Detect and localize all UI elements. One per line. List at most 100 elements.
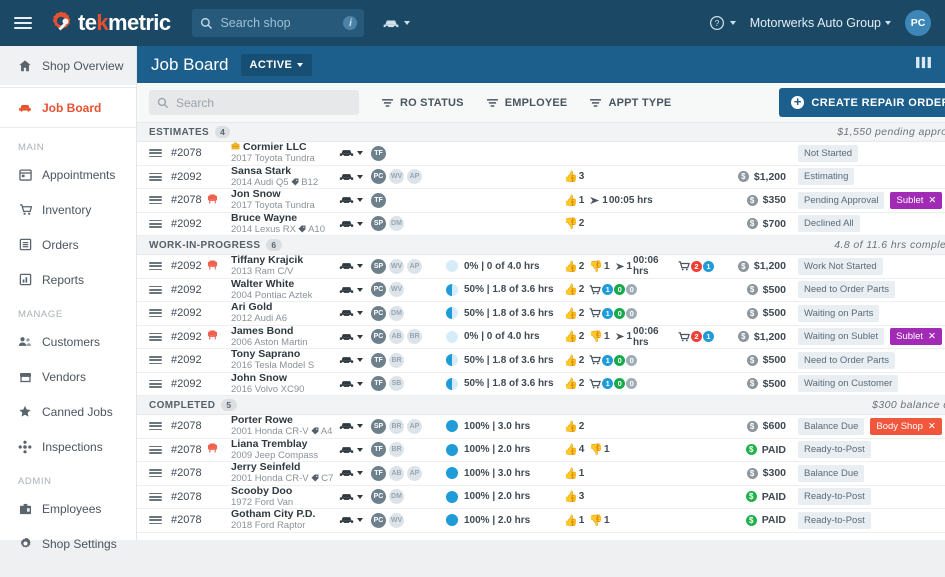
- vehicle-selector[interactable]: [339, 219, 371, 229]
- status-badge[interactable]: Waiting on Customer: [798, 375, 899, 393]
- search-input[interactable]: Search: [149, 90, 359, 115]
- assignee-avatar[interactable]: PC: [371, 489, 386, 505]
- assignee-avatar[interactable]: WV: [389, 512, 404, 528]
- table-row[interactable]: #2092 Tiffany Krajcik 2013 Ram C/V SP WV A…: [137, 255, 945, 279]
- drag-handle[interactable]: [149, 262, 171, 271]
- assignee-avatar[interactable]: PC: [371, 329, 386, 345]
- filter-appt-type[interactable]: APPT TYPE: [589, 97, 671, 109]
- assignee-avatar[interactable]: AP: [407, 258, 422, 274]
- assignee-avatar[interactable]: SP: [371, 216, 386, 232]
- assignee-avatar[interactable]: TF: [371, 145, 386, 161]
- drag-handle[interactable]: [149, 332, 171, 341]
- sidebar-item-shop-settings[interactable]: Shop Settings: [0, 526, 136, 561]
- drag-handle[interactable]: [149, 356, 171, 365]
- drag-handle[interactable]: [149, 469, 171, 478]
- search-shop-input[interactable]: Search shop i: [192, 9, 365, 37]
- status-badge[interactable]: Need to Order Parts: [798, 351, 896, 369]
- vehicle-selector[interactable]: [339, 492, 371, 502]
- vehicle-selector[interactable]: [339, 332, 371, 342]
- vehicle-selector[interactable]: [339, 195, 371, 205]
- assignee-avatar[interactable]: SP: [371, 258, 386, 274]
- status-badge[interactable]: Ready-to-Post: [798, 441, 871, 459]
- assignee-avatar[interactable]: AP: [407, 169, 422, 185]
- user-avatar[interactable]: PC: [905, 10, 931, 36]
- assignee-avatar[interactable]: AP: [407, 418, 422, 434]
- assignee-avatar[interactable]: BR: [389, 352, 404, 368]
- columns-view-icon[interactable]: [916, 56, 931, 74]
- assignee-avatar[interactable]: DM: [389, 216, 404, 232]
- sidebar-item-shop-overview[interactable]: Shop Overview: [0, 46, 136, 85]
- assignee-avatar[interactable]: AP: [407, 465, 422, 481]
- sidebar-item-customers[interactable]: Customers: [0, 324, 136, 359]
- table-row[interactable]: #2092 Walter White 2004 Pontiac Aztek PC…: [137, 279, 945, 302]
- assignee-avatar[interactable]: PC: [371, 305, 386, 321]
- vehicle-selector[interactable]: [382, 17, 411, 29]
- sidebar-item-job-board[interactable]: Job Board: [0, 90, 136, 125]
- sidebar-item-employees[interactable]: Employees: [0, 491, 136, 526]
- help-menu[interactable]: ?: [709, 15, 736, 31]
- assignee-avatar[interactable]: AB: [389, 329, 404, 345]
- status-badge[interactable]: Pending Approval: [798, 191, 885, 209]
- vehicle-selector[interactable]: [339, 515, 371, 525]
- order-tag[interactable]: Body Shop ✕: [870, 417, 942, 435]
- order-tag[interactable]: Sublet ✕: [890, 328, 943, 346]
- vehicle-selector[interactable]: [339, 261, 371, 271]
- drag-handle[interactable]: [149, 492, 171, 501]
- status-badge[interactable]: Not Started: [798, 144, 859, 162]
- sidebar-item-orders[interactable]: Orders: [0, 227, 136, 262]
- table-row[interactable]: #2078 Scooby Doo 1972 Ford Van PC DM 100%…: [137, 486, 945, 509]
- assignee-avatar[interactable]: WV: [389, 282, 404, 298]
- chevron-down-icon[interactable]: [885, 21, 891, 25]
- status-badge[interactable]: Waiting on Parts: [798, 304, 880, 322]
- table-row[interactable]: #2092 Tony Saprano 2016 Tesla Model S TF…: [137, 349, 945, 373]
- drag-handle[interactable]: [149, 285, 171, 294]
- assignee-avatar[interactable]: AB: [389, 465, 404, 481]
- assignee-avatar[interactable]: PC: [371, 169, 386, 185]
- assignee-avatar[interactable]: BR: [407, 329, 422, 345]
- assignee-avatar[interactable]: TF: [371, 465, 386, 481]
- assignee-avatar[interactable]: DM: [389, 489, 404, 505]
- sidebar-item-appointments[interactable]: Appointments: [0, 157, 136, 192]
- order-tag[interactable]: Sublet ✕: [890, 191, 943, 209]
- assignee-avatar[interactable]: BR: [389, 442, 404, 458]
- status-badge[interactable]: Ready-to-Post: [798, 511, 871, 529]
- table-row[interactable]: #2078 Liana Tremblay 2009 Jeep Compass T…: [137, 439, 945, 462]
- vehicle-selector[interactable]: [339, 379, 371, 389]
- assignee-avatar[interactable]: TF: [371, 442, 386, 458]
- hamburger-icon[interactable]: [14, 17, 32, 29]
- drag-handle[interactable]: [149, 172, 171, 181]
- table-row[interactable]: #2092 John Snow 2016 Volvo XC90 TF SB 50%…: [137, 373, 945, 396]
- status-badge[interactable]: Need to Order Parts: [798, 281, 896, 299]
- vehicle-selector[interactable]: [339, 172, 371, 182]
- drag-handle[interactable]: [149, 309, 171, 318]
- drag-handle[interactable]: [149, 219, 171, 228]
- table-row[interactable]: #2092 Bruce Wayne 2014 Lexus RX A10 SP DM…: [137, 213, 945, 236]
- filter-employee[interactable]: EMPLOYEE: [486, 97, 568, 109]
- vehicle-selector[interactable]: [339, 355, 371, 365]
- assignee-avatar[interactable]: PC: [371, 512, 386, 528]
- table-row[interactable]: #2092 Sansa Stark 2014 Audi Q5 B12 PC WV A…: [137, 166, 945, 189]
- table-row[interactable]: #2092 James Bond 2006 Aston Martin PC AB B…: [137, 326, 945, 349]
- status-filter-dropdown[interactable]: ACTIVE: [240, 53, 313, 76]
- vehicle-selector[interactable]: [339, 285, 371, 295]
- table-row[interactable]: #2078 Jerry Seinfeld 2001 Honda CR-V C7 …: [137, 462, 945, 486]
- assignee-avatar[interactable]: TF: [371, 352, 386, 368]
- assignee-avatar[interactable]: TF: [371, 192, 386, 208]
- sidebar-item-inventory[interactable]: Inventory: [0, 192, 136, 227]
- status-badge[interactable]: Ready-to-Post: [798, 488, 871, 506]
- status-badge[interactable]: Balance Due: [798, 464, 865, 482]
- sidebar-item-inspections[interactable]: Inspections: [0, 429, 136, 464]
- assignee-avatar[interactable]: WV: [389, 169, 404, 185]
- sidebar-item-reports[interactable]: Reports: [0, 262, 136, 297]
- assignee-avatar[interactable]: SP: [371, 418, 386, 434]
- drag-handle[interactable]: [149, 379, 171, 388]
- assignee-avatar[interactable]: DM: [389, 305, 404, 321]
- vehicle-selector[interactable]: [339, 468, 371, 478]
- vehicle-selector[interactable]: [339, 308, 371, 318]
- info-icon[interactable]: i: [343, 16, 358, 30]
- assignee-avatar[interactable]: WV: [389, 258, 404, 274]
- drag-handle[interactable]: [149, 445, 171, 454]
- drag-handle[interactable]: [149, 196, 171, 205]
- drag-handle[interactable]: [149, 516, 171, 525]
- status-badge[interactable]: Estimating: [798, 168, 855, 186]
